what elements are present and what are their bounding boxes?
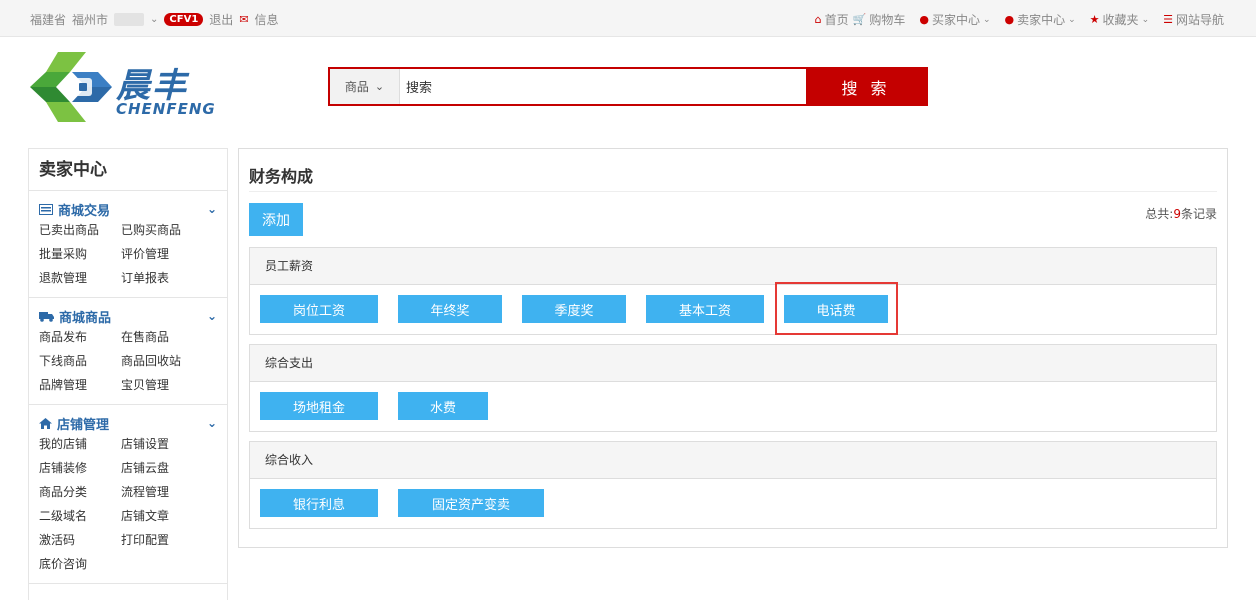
page-title: 财务构成 (249, 167, 314, 186)
cart-link[interactable]: 🛒 购物车 (853, 11, 906, 28)
finance-item-tag[interactable]: 岗位工资 (260, 295, 378, 323)
sidebar-item-publish[interactable]: 商品发布 (39, 328, 121, 346)
sidebar-item-recycle[interactable]: 商品回收站 (121, 352, 203, 370)
chevron-down-icon[interactable]: ⌄ (150, 14, 158, 25)
user-icon: ● (1004, 13, 1015, 26)
sidebar-section-goods: 商城商品 ⌄ 商品发布 在售商品 下线商品 商品回收站 品牌管理 宝贝管理 (29, 298, 227, 405)
sidebar-item-sold[interactable]: 已卖出商品 (39, 221, 121, 239)
finance-item-tag[interactable]: 固定资产变卖 (398, 489, 544, 517)
sidebar-item-refunds[interactable]: 退款管理 (39, 269, 121, 287)
chevron-down-icon: ⌄ (1068, 14, 1076, 25)
home-icon: ⌂ (814, 13, 822, 26)
sidebar-item-articles[interactable]: 店铺文章 (121, 507, 203, 525)
sidebar-item-categories[interactable]: 商品分类 (39, 483, 121, 501)
chevron-down-icon: ⌄ (374, 80, 385, 93)
chevron-down-icon: ⌄ (982, 14, 991, 25)
top-bar: 福建省 福州市 ⌄ CFV1 退出 ✉ 信息 ⌂ 首页 🛒 购物车 ● 买家中心 ⌄ ●… (0, 0, 1256, 37)
finance-group-expense: 综合支出 场地租金 水费 (249, 344, 1217, 432)
chevron-down-icon: ⌄ (1141, 14, 1150, 25)
finance-group-salary: 员工薪资 岗位工资 年终奖 季度奖 基本工资 电话费 (249, 247, 1217, 335)
sidebar-section-header[interactable]: 店铺管理 ⌄ (39, 413, 217, 433)
finance-item-tag[interactable]: 场地租金 (260, 392, 378, 420)
list-icon: ☰ (1163, 13, 1173, 26)
sidebar-section-header[interactable]: 商城商品 ⌄ (39, 306, 217, 326)
sidebar-item-subdomain[interactable]: 二级域名 (39, 507, 121, 525)
truck-icon (39, 311, 54, 322)
sidebar-section-store: 店铺管理 ⌄ 我的店铺 店铺设置 店铺装修 店铺云盘 商品分类 流程管理 二级域… (29, 405, 227, 584)
record-count-number: 9 (1173, 207, 1181, 221)
chevron-down-icon[interactable]: ⌄ (207, 202, 217, 216)
sidebar-item-offline[interactable]: 下线商品 (39, 352, 121, 370)
username-masked[interactable] (114, 13, 145, 26)
record-count: 总共:9条记录 (1145, 207, 1217, 221)
sidebar-item-cloud-disk[interactable]: 店铺云盘 (121, 459, 203, 477)
favorites-menu[interactable]: ★ 收藏夹 ⌄ (1090, 11, 1149, 28)
finance-item-tag[interactable]: 银行利息 (260, 489, 378, 517)
add-button[interactable]: 添加 (249, 203, 303, 236)
sidebar-item-treasures[interactable]: 宝贝管理 (121, 376, 203, 394)
cart-icon: 🛒 (852, 13, 867, 26)
group-title: 综合支出 (250, 345, 1216, 382)
user-level-badge: CFV1 (164, 13, 204, 26)
seller-center-menu[interactable]: ● 卖家中心 ⌄ (1005, 11, 1076, 28)
finance-item-tag[interactable]: 季度奖 (522, 295, 626, 323)
site-nav-menu[interactable]: ☰ 网站导航 (1163, 11, 1224, 28)
group-title: 综合收入 (250, 442, 1216, 479)
chevron-down-icon[interactable]: ⌄ (207, 416, 217, 430)
sidebar-item-price-inquiry[interactable]: 底价咨询 (39, 555, 121, 573)
sidebar-item-store-decor[interactable]: 店铺装修 (39, 459, 121, 477)
group-title: 员工薪资 (250, 248, 1216, 285)
city-link[interactable]: 福州市 (72, 11, 108, 28)
seller-sidebar: 卖家中心 商城交易 ⌄ 已卖出商品 已购买商品 批量采购 评价管理 退款管理 订… (28, 148, 228, 600)
sidebar-item-store-settings[interactable]: 店铺设置 (121, 435, 203, 453)
sidebar-item-print-config[interactable]: 打印配置 (121, 531, 203, 549)
sidebar-item-activation-code[interactable]: 激活码 (39, 531, 121, 549)
search-input[interactable] (400, 69, 806, 104)
finance-panel: 财务构成 添加 总共:9条记录 员工薪资 岗位工资 年终奖 季度奖 基本工资 电… (238, 148, 1228, 548)
logo-text-en: CHENFENG (116, 100, 216, 118)
top-nav: ⌂ 首页 🛒 购物车 ● 买家中心 ⌄ ● 卖家中心 ⌄ ★ 收藏夹 ⌄ ☰ 网站导航 (815, 11, 1224, 28)
list-icon (39, 203, 53, 215)
province-link[interactable]: 福建省 (30, 11, 66, 28)
search-bar: 商品 ⌄ 搜 索 (328, 67, 928, 106)
divider (249, 191, 1217, 192)
chevron-down-icon[interactable]: ⌄ (207, 309, 217, 323)
logout-link[interactable]: 退出 (209, 11, 233, 28)
home-icon (39, 417, 52, 429)
message-link[interactable]: 信息 (255, 11, 279, 28)
sidebar-item-brands[interactable]: 品牌管理 (39, 376, 121, 394)
location-bar: 福建省 福州市 ⌄ CFV1 退出 ✉ 信息 (30, 11, 279, 28)
sidebar-section-header[interactable]: 商城交易 ⌄ (39, 199, 217, 219)
search-category-select[interactable]: 商品 ⌄ (330, 69, 400, 104)
finance-item-tag[interactable]: 年终奖 (398, 295, 502, 323)
site-logo[interactable]: 晨丰 CHENFENG (28, 50, 228, 125)
finance-item-tag[interactable]: 水费 (398, 392, 488, 420)
home-link[interactable]: ⌂ 首页 (815, 11, 849, 28)
sidebar-item-order-report[interactable]: 订单报表 (121, 269, 203, 287)
sidebar-item-bought[interactable]: 已购买商品 (121, 221, 203, 239)
buyer-center-menu[interactable]: ● 买家中心 ⌄ (919, 11, 990, 28)
sidebar-item-my-store[interactable]: 我的店铺 (39, 435, 121, 453)
user-icon: ● (919, 13, 929, 26)
mail-icon: ✉ (239, 13, 249, 26)
star-icon: ★ (1089, 13, 1100, 26)
sidebar-title: 卖家中心 (29, 149, 227, 191)
sidebar-item-process[interactable]: 流程管理 (121, 483, 203, 501)
sidebar-section-trade: 商城交易 ⌄ 已卖出商品 已购买商品 批量采购 评价管理 退款管理 订单报表 (29, 191, 227, 298)
finance-item-tag[interactable]: 基本工资 (646, 295, 764, 323)
finance-group-income: 综合收入 银行利息 固定资产变卖 (249, 441, 1217, 529)
logo-mark-icon (30, 52, 112, 122)
sidebar-item-on-sale[interactable]: 在售商品 (121, 328, 203, 346)
selection-highlight (775, 282, 898, 335)
sidebar-item-bulk-purchase[interactable]: 批量采购 (39, 245, 121, 263)
search-button[interactable]: 搜 索 (806, 69, 926, 104)
sidebar-item-reviews[interactable]: 评价管理 (121, 245, 203, 263)
